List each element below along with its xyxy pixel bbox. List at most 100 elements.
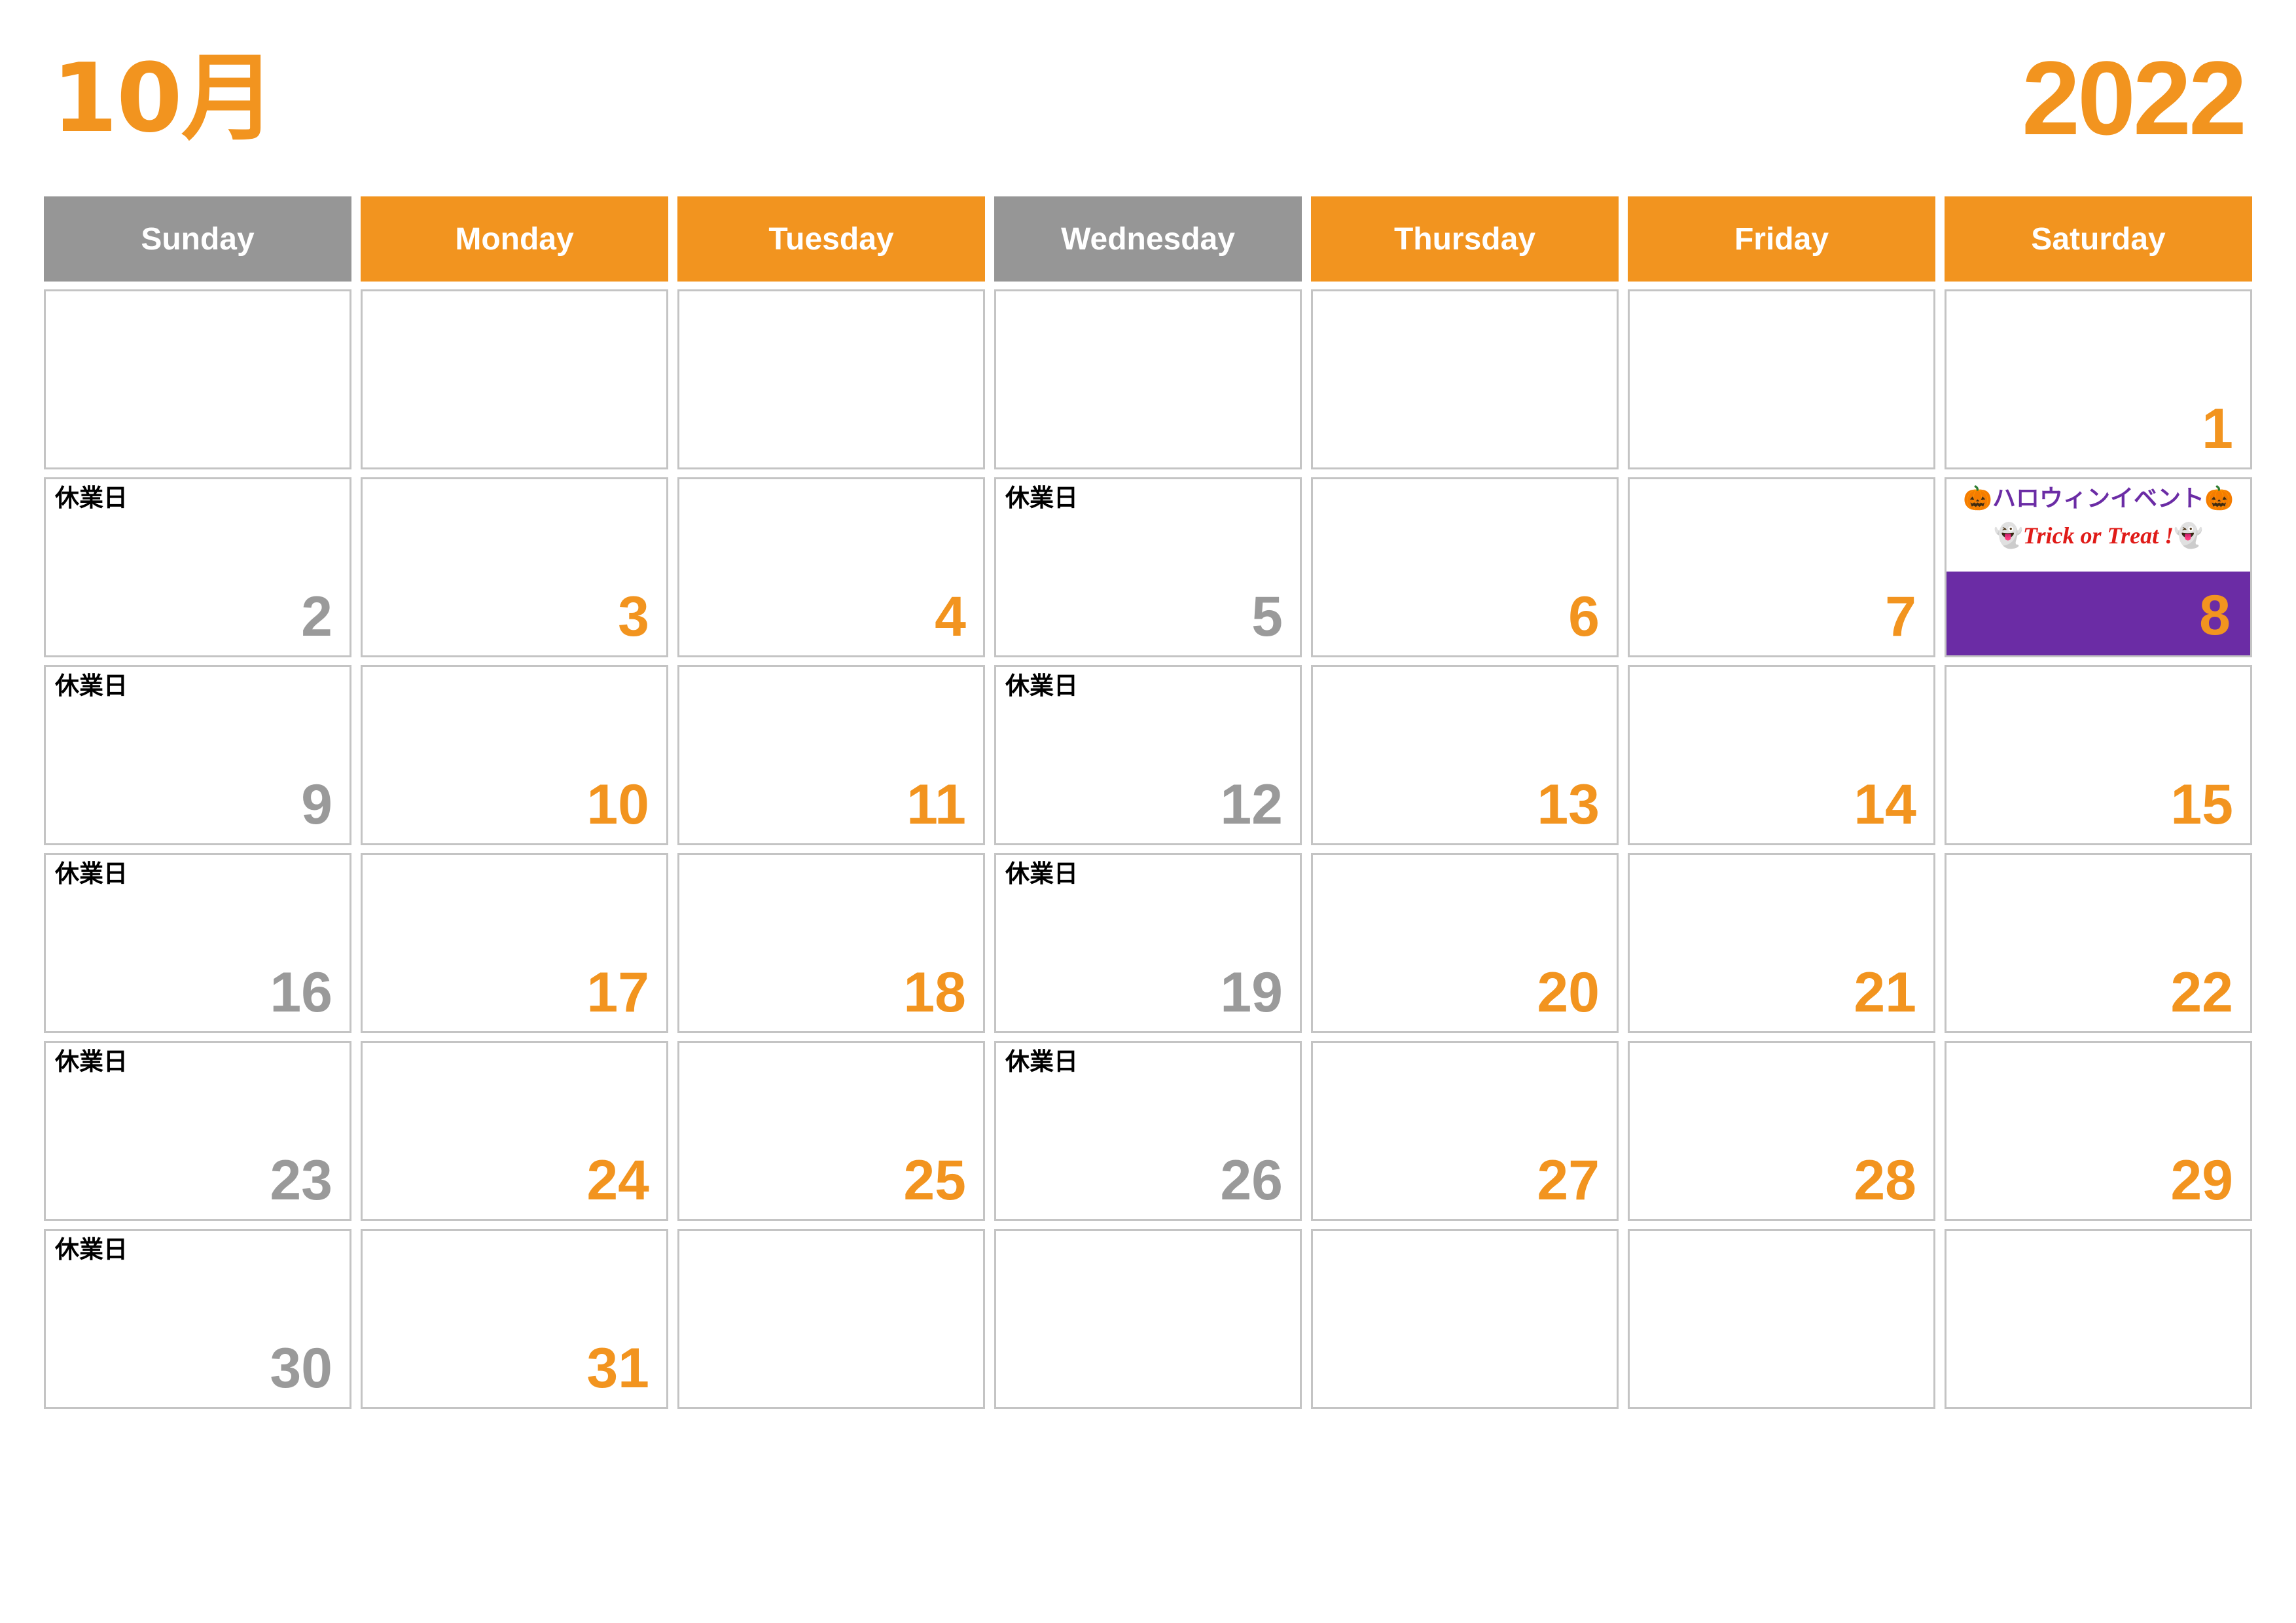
day-number: 16 xyxy=(270,961,332,1024)
day-number: 5 xyxy=(1251,585,1283,648)
day-cell-empty xyxy=(1628,1229,1935,1409)
day-cell[interactable]: 27 xyxy=(1311,1041,1619,1221)
closed-day-label: 休業日 xyxy=(1005,484,1078,512)
calendar-days-grid: 1 休業日 2 3 4 休業日 5 6 7 🎃ハロウィンイベント🎃 👻Trick or Treat … xyxy=(44,289,2252,1409)
day-number: 3 xyxy=(618,585,649,648)
page-title: 10月 xyxy=(52,43,276,154)
day-number: 1 xyxy=(2202,397,2233,460)
day-cell-empty xyxy=(1311,289,1619,469)
day-cell[interactable]: 18 xyxy=(677,853,985,1033)
event-title: 🎃ハロウィンイベント🎃 xyxy=(1946,487,2250,511)
day-number: 12 xyxy=(1220,773,1283,836)
day-number: 30 xyxy=(270,1337,332,1400)
day-cell[interactable]: 14 xyxy=(1628,665,1935,845)
day-cell[interactable]: 休業日 23 xyxy=(44,1041,351,1221)
day-number: 27 xyxy=(1537,1149,1600,1212)
day-number: 4 xyxy=(935,585,966,648)
day-cell[interactable]: 3 xyxy=(361,477,668,657)
day-number: 7 xyxy=(1885,585,1916,648)
day-cell[interactable]: 休業日 12 xyxy=(994,665,1302,845)
day-cell-empty xyxy=(1311,1229,1619,1409)
day-number: 19 xyxy=(1220,961,1283,1024)
day-number: 20 xyxy=(1537,961,1600,1024)
day-cell-empty xyxy=(994,1229,1302,1409)
day-number: 9 xyxy=(301,773,332,836)
day-cell[interactable]: 7 xyxy=(1628,477,1935,657)
day-cell[interactable]: 休業日 5 xyxy=(994,477,1302,657)
day-number: 2 xyxy=(301,585,332,648)
closed-day-label: 休業日 xyxy=(55,672,128,700)
event-subtitle-text: Trick or Treat ! xyxy=(2022,522,2174,549)
day-cell[interactable]: 休業日 19 xyxy=(994,853,1302,1033)
day-cell[interactable]: 6 xyxy=(1311,477,1619,657)
closed-day-label: 休業日 xyxy=(55,860,128,888)
weekday-header-friday: Friday xyxy=(1628,196,1935,282)
weekday-header-row: Sunday Monday Tuesday Wednesday Thursday Frid… xyxy=(44,196,2252,282)
day-number: 31 xyxy=(586,1337,649,1400)
day-cell[interactable]: 休業日 9 xyxy=(44,665,351,845)
calendar-page: 10月 2022 Sunday Monday Tuesday Wednesday Thu… xyxy=(0,0,2296,1623)
weekday-header-tuesday: Tuesday xyxy=(677,196,985,282)
year-label: 2022 xyxy=(2022,39,2247,156)
day-number: 21 xyxy=(1854,961,1916,1024)
day-cell-empty xyxy=(994,289,1302,469)
ghost-icon-left: 👻 xyxy=(1994,522,2023,549)
ghost-icon-right: 👻 xyxy=(2174,522,2203,549)
calendar-header: 10月 2022 xyxy=(44,0,2252,196)
day-cell[interactable]: 1 xyxy=(1945,289,2252,469)
day-cell-empty xyxy=(44,289,351,469)
day-number: 26 xyxy=(1220,1149,1283,1212)
weekday-header-thursday: Thursday xyxy=(1311,196,1619,282)
day-cell[interactable]: 4 xyxy=(677,477,985,657)
closed-day-label: 休業日 xyxy=(55,1235,128,1264)
day-number: 14 xyxy=(1854,773,1916,836)
closed-day-label: 休業日 xyxy=(1005,860,1078,888)
day-number: 25 xyxy=(903,1149,966,1212)
closed-day-label: 休業日 xyxy=(55,1048,128,1076)
day-cell[interactable]: 休業日 30 xyxy=(44,1229,351,1409)
weekday-header-wednesday: Wednesday xyxy=(994,196,1302,282)
day-number: 13 xyxy=(1537,773,1600,836)
closed-day-label: 休業日 xyxy=(1005,672,1078,700)
day-cell-empty xyxy=(1628,289,1935,469)
day-cell[interactable]: 11 xyxy=(677,665,985,845)
day-number: 6 xyxy=(1568,585,1600,648)
weekday-header-monday: Monday xyxy=(361,196,668,282)
day-number: 29 xyxy=(2170,1149,2233,1212)
day-cell[interactable]: 24 xyxy=(361,1041,668,1221)
day-cell-empty xyxy=(677,289,985,469)
day-cell[interactable]: 22 xyxy=(1945,853,2252,1033)
day-number: 10 xyxy=(586,773,649,836)
pumpkin-icon-right: 🎃 xyxy=(2204,485,2234,512)
day-number: 28 xyxy=(1854,1149,1916,1212)
day-cell[interactable]: 31 xyxy=(361,1229,668,1409)
day-cell[interactable]: 13 xyxy=(1311,665,1619,845)
weekday-header-saturday: Saturday xyxy=(1945,196,2252,282)
event-subtitle: 👻Trick or Treat !👻 xyxy=(1946,524,2250,548)
closed-day-label: 休業日 xyxy=(1005,1048,1078,1076)
weekday-header-sunday: Sunday xyxy=(44,196,351,282)
day-cell[interactable]: 15 xyxy=(1945,665,2252,845)
day-number: 23 xyxy=(270,1149,332,1212)
day-cell[interactable]: 29 xyxy=(1945,1041,2252,1221)
day-cell[interactable]: 17 xyxy=(361,853,668,1033)
day-cell[interactable]: 🎃ハロウィンイベント🎃 👻Trick or Treat !👻 8 xyxy=(1945,477,2252,657)
day-cell[interactable]: 28 xyxy=(1628,1041,1935,1221)
pumpkin-icon-left: 🎃 xyxy=(1963,485,1992,512)
day-cell[interactable]: 10 xyxy=(361,665,668,845)
day-cell-empty xyxy=(1945,1229,2252,1409)
day-cell[interactable]: 休業日 16 xyxy=(44,853,351,1033)
day-cell[interactable]: 25 xyxy=(677,1041,985,1221)
day-cell[interactable]: 21 xyxy=(1628,853,1935,1033)
day-cell[interactable]: 休業日 2 xyxy=(44,477,351,657)
day-cell[interactable]: 20 xyxy=(1311,853,1619,1033)
day-number: 17 xyxy=(586,961,649,1024)
closed-day-label: 休業日 xyxy=(55,484,128,512)
day-number: 24 xyxy=(586,1149,649,1212)
day-number: 15 xyxy=(2170,773,2233,836)
day-cell-empty xyxy=(677,1229,985,1409)
day-number: 11 xyxy=(906,773,966,836)
day-number: 22 xyxy=(2170,961,2233,1024)
event-title-text: ハロウィンイベント xyxy=(1992,485,2204,512)
day-cell[interactable]: 休業日 26 xyxy=(994,1041,1302,1221)
